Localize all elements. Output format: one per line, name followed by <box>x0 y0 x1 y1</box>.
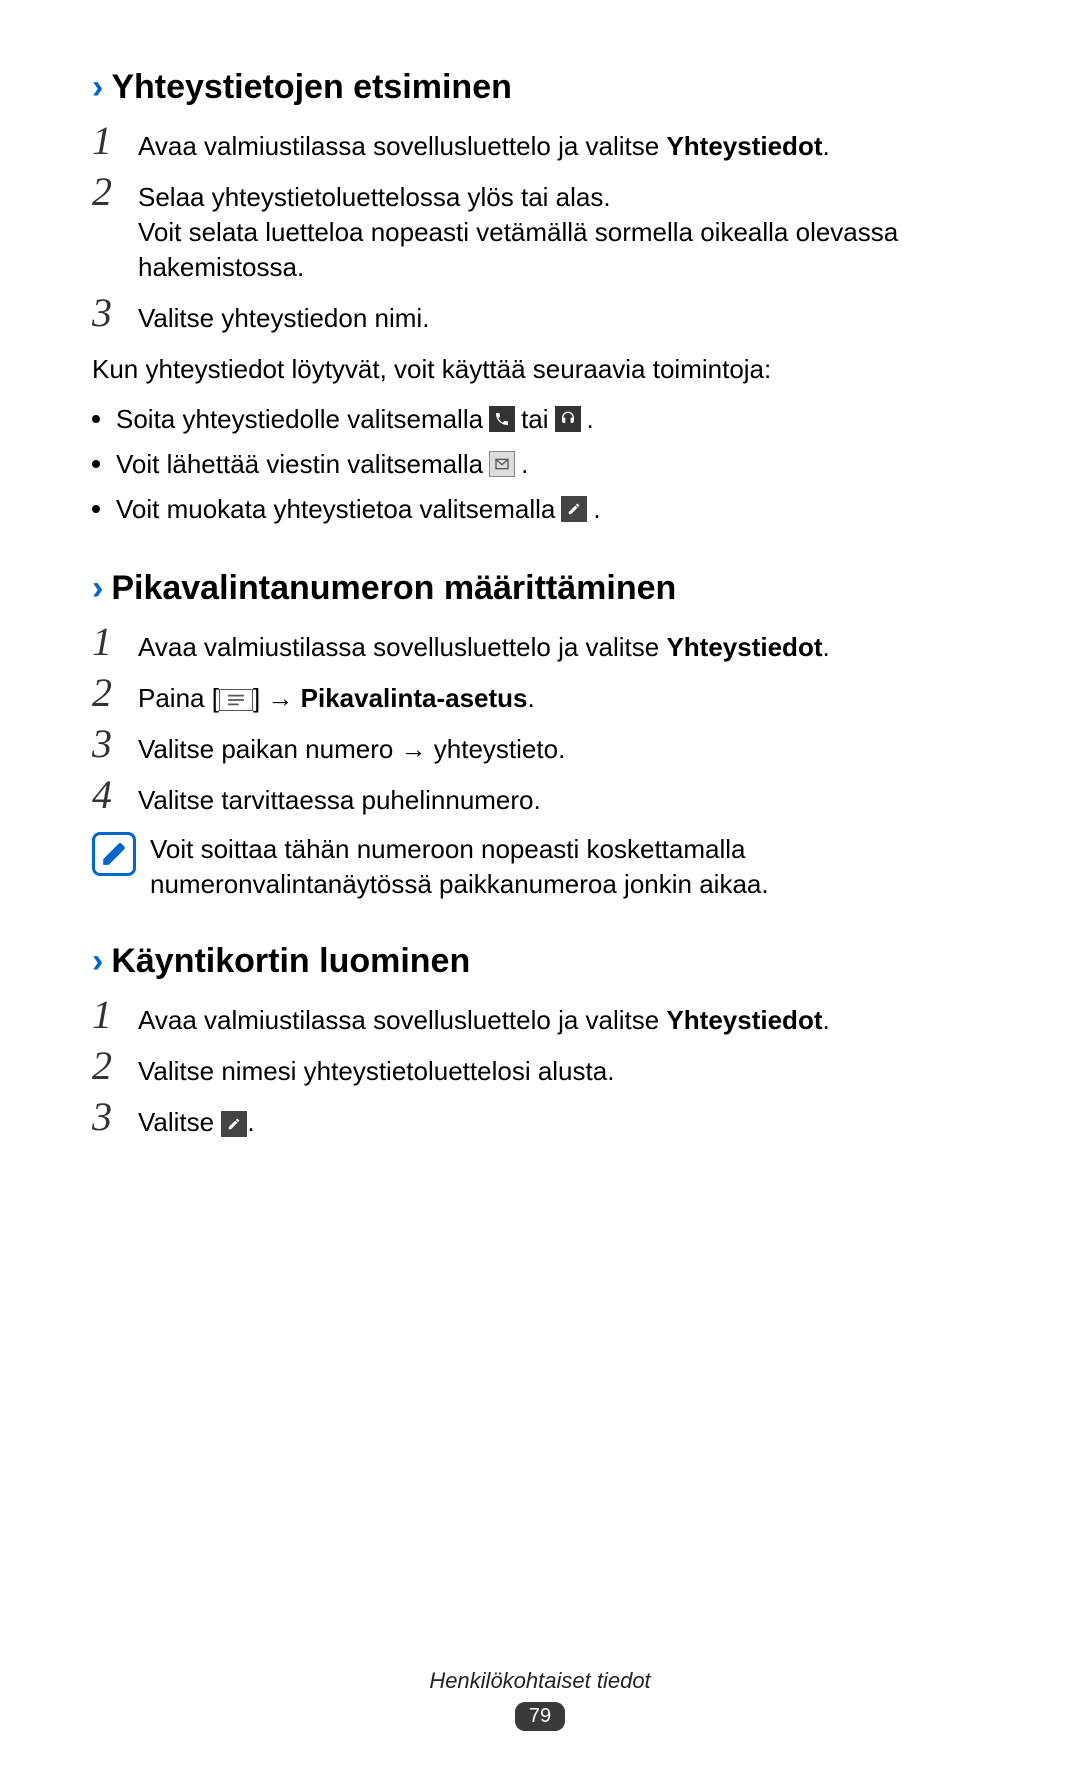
step-number: 1 <box>92 121 122 161</box>
step-body: Selaa yhteystietoluettelossa ylös tai al… <box>138 176 988 285</box>
note-icon <box>92 832 136 876</box>
page-number: 79 <box>515 1702 565 1731</box>
step-text: Paina [ <box>138 683 219 713</box>
step-number: 4 <box>92 775 122 815</box>
step-line: Voit selata luetteloa nopeasti vetämällä… <box>138 215 988 285</box>
bullet-icon <box>92 505 100 513</box>
step-bold: Pikavalinta-asetus <box>301 683 528 713</box>
step-body: Valitse . <box>138 1101 255 1140</box>
step-number: 1 <box>92 995 122 1035</box>
step-body: Valitse nimesi yhteystietoluettelosi alu… <box>138 1050 614 1089</box>
bullet-text: Voit muokata yhteystietoa valitsemalla <box>116 490 555 529</box>
edit-icon <box>561 496 587 522</box>
step-3-2: 2 Valitse nimesi yhteystietoluettelosi a… <box>92 1050 988 1089</box>
step-text: Valitse <box>138 1107 221 1137</box>
step-bold: Yhteystiedot <box>666 131 822 161</box>
step-number: 1 <box>92 622 122 662</box>
edit-icon <box>221 1111 247 1137</box>
step-text: Avaa valmiustilassa sovellusluettelo ja … <box>138 131 666 161</box>
step-2-3: 3 Valitse paikan numero → yhteystieto. <box>92 728 988 767</box>
chevron-icon: › <box>92 70 103 104</box>
step-body: Avaa valmiustilassa sovellusluettelo ja … <box>138 125 830 164</box>
footer-title: Henkilökohtaiset tiedot <box>0 1668 1080 1694</box>
paragraph: Kun yhteystiedot löytyvät, voit käyttää … <box>92 352 988 387</box>
chevron-icon: › <box>92 944 103 978</box>
step-body: Avaa valmiustilassa sovellusluettelo ja … <box>138 999 830 1038</box>
step-bold: Yhteystiedot <box>666 632 822 662</box>
step-3-1: 1 Avaa valmiustilassa sovellusluettelo j… <box>92 999 988 1038</box>
step-mid: ] → <box>253 683 301 713</box>
step-2-1: 1 Avaa valmiustilassa sovellusluettelo j… <box>92 626 988 665</box>
phone-headset-icon <box>555 406 581 432</box>
step-number: 3 <box>92 724 122 764</box>
step-body: Paina [ ] → Pikavalinta-asetus. <box>138 677 535 716</box>
step-text-post: . <box>822 1005 829 1035</box>
chevron-icon: › <box>92 571 103 605</box>
step-body: Valitse tarvittaessa puhelinnumero. <box>138 779 541 818</box>
step-text: Avaa valmiustilassa sovellusluettelo ja … <box>138 1005 666 1035</box>
envelope-icon <box>489 451 515 477</box>
bullet-list: Soita yhteystiedolle valitsemalla tai . … <box>92 400 988 529</box>
list-item: Voit lähettää viestin valitsemalla . <box>92 445 988 484</box>
section-heading-3: › Käyntikortin luominen <box>92 942 988 981</box>
bullet-post: . <box>587 400 594 439</box>
bullet-icon <box>92 460 100 468</box>
list-item: Voit muokata yhteystietoa valitsemalla . <box>92 490 988 529</box>
page-footer: Henkilökohtaiset tiedot 79 <box>0 1668 1080 1731</box>
step-number: 2 <box>92 1046 122 1086</box>
phone-icon <box>489 406 515 432</box>
bullet-text: Voit lähettää viestin valitsemalla <box>116 445 483 484</box>
step-number: 2 <box>92 172 122 212</box>
bullet-post: . <box>593 490 600 529</box>
bullet-mid: tai <box>521 400 548 439</box>
step-number: 3 <box>92 1097 122 1137</box>
step-body: Avaa valmiustilassa sovellusluettelo ja … <box>138 626 830 665</box>
heading-text: Yhteystietojen etsiminen <box>111 68 512 107</box>
step-post: . <box>528 683 535 713</box>
section-heading-1: › Yhteystietojen etsiminen <box>92 68 988 107</box>
step-number: 3 <box>92 293 122 333</box>
bullet-text: Soita yhteystiedolle valitsemalla <box>116 400 483 439</box>
step-text-post: . <box>822 632 829 662</box>
step-1-1: 1 Avaa valmiustilassa sovellusluettelo j… <box>92 125 988 164</box>
bullet-post: . <box>521 445 528 484</box>
step-text: Avaa valmiustilassa sovellusluettelo ja … <box>138 632 666 662</box>
bullet-icon <box>92 415 100 423</box>
step-text-post: . <box>822 131 829 161</box>
step-line: Selaa yhteystietoluettelossa ylös tai al… <box>138 180 988 215</box>
step-post: . <box>247 1107 254 1137</box>
heading-text: Pikavalintanumeron määrittäminen <box>111 569 676 608</box>
section-heading-2: › Pikavalintanumeron määrittäminen <box>92 569 988 608</box>
list-item: Soita yhteystiedolle valitsemalla tai . <box>92 400 988 439</box>
step-1-2: 2 Selaa yhteystietoluettelossa ylös tai … <box>92 176 988 285</box>
menu-icon <box>219 689 253 711</box>
step-2-2: 2 Paina [ ] → Pikavalinta-asetus. <box>92 677 988 716</box>
step-3-3: 3 Valitse . <box>92 1101 988 1140</box>
note-box: Voit soittaa tähän numeroon nopeasti kos… <box>92 832 988 902</box>
step-2-4: 4 Valitse tarvittaessa puhelinnumero. <box>92 779 988 818</box>
step-body: Valitse paikan numero → yhteystieto. <box>138 728 565 767</box>
note-text: Voit soittaa tähän numeroon nopeasti kos… <box>150 832 988 902</box>
step-1-3: 3 Valitse yhteystiedon nimi. <box>92 297 988 336</box>
heading-text: Käyntikortin luominen <box>111 942 470 981</box>
step-body: Valitse yhteystiedon nimi. <box>138 297 429 336</box>
step-number: 2 <box>92 673 122 713</box>
step-bold: Yhteystiedot <box>666 1005 822 1035</box>
